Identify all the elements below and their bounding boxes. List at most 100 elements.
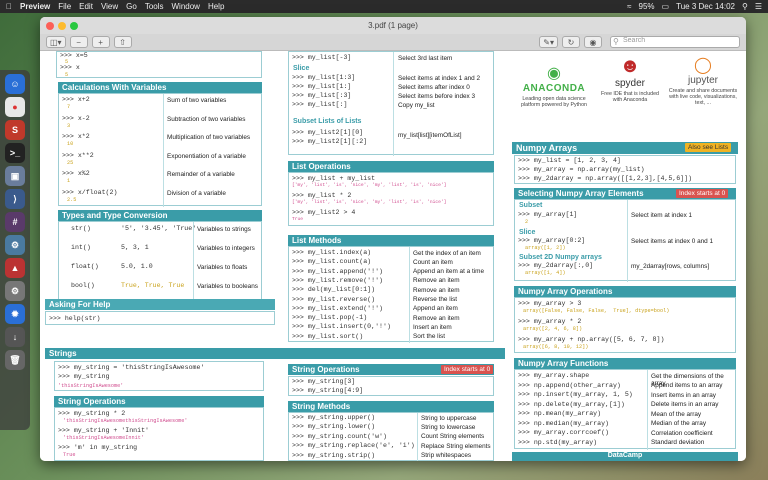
code-line: >>> np.median(my_array) bbox=[518, 419, 610, 427]
description: String to uppercase bbox=[421, 414, 477, 422]
code-line: >>> x bbox=[60, 64, 80, 71]
output-line: 2 bbox=[525, 219, 529, 225]
description: Correlation coefficient bbox=[651, 429, 713, 437]
clock[interactable]: Tue 3 Dec 14:02 bbox=[676, 2, 735, 11]
code-line: >>> my_array * 2 bbox=[518, 318, 582, 325]
menu-go[interactable]: Go bbox=[126, 2, 137, 11]
finder-icon[interactable]: ☺ bbox=[5, 74, 25, 94]
code-line: >>> my_list + my_list bbox=[292, 175, 376, 182]
code-line: >>> my_list[-3] bbox=[292, 54, 352, 61]
sublime-icon[interactable]: S bbox=[5, 120, 25, 140]
description: Select items before index 3 bbox=[398, 93, 476, 100]
wifi-icon[interactable]: ≈ bbox=[627, 2, 631, 11]
battery-percent[interactable]: 95% bbox=[639, 2, 655, 11]
zoom-in-button[interactable]: + bbox=[91, 36, 110, 48]
type-values: 5, 3, 1 bbox=[121, 244, 149, 251]
description: Remainder of a variable bbox=[167, 171, 235, 178]
search-input[interactable]: ⚲ Search bbox=[610, 36, 740, 48]
notification-center-icon[interactable]: ☰ bbox=[755, 2, 762, 11]
output-line: array([1, 2]) bbox=[525, 245, 566, 251]
chrome-icon[interactable]: ● bbox=[5, 97, 25, 117]
code-line: >>> my_list.append('!') bbox=[292, 267, 384, 275]
photos-icon[interactable]: ⚙ bbox=[5, 235, 25, 255]
description: Replace String elements bbox=[421, 442, 491, 450]
share-button[interactable]: ⇧ bbox=[113, 36, 132, 48]
code-line: >>> my_array[0:2] bbox=[518, 237, 586, 244]
zoom-out-button[interactable]: − bbox=[69, 36, 88, 48]
vscode-icon[interactable]: ⟩ bbox=[5, 189, 25, 209]
see-also-badge: Also see Lists bbox=[685, 143, 732, 152]
pdf-page[interactable]: >>> x=5 5 >>> x 5 Calculations With Vari… bbox=[40, 51, 746, 461]
code-line: >>> help(str) bbox=[49, 315, 101, 322]
menu-window[interactable]: Window bbox=[172, 2, 200, 11]
window-title: 3.pdf (1 page) bbox=[368, 21, 418, 30]
rotate-button[interactable]: ↻ bbox=[562, 36, 580, 48]
system-preferences-icon[interactable]: ⚙ bbox=[5, 281, 25, 301]
description: Variables to floats bbox=[197, 264, 248, 271]
anaconda-desc: Leading open data science platform power… bbox=[521, 96, 587, 108]
annotate-button[interactable]: ◉ bbox=[584, 36, 602, 48]
menu-tools[interactable]: Tools bbox=[145, 2, 164, 11]
safari-icon[interactable]: ✹ bbox=[5, 304, 25, 324]
description: Variables to integers bbox=[197, 245, 255, 252]
description: Insert items in an array bbox=[651, 391, 716, 399]
description: Delete items in an array bbox=[651, 401, 719, 408]
jupyter-desc: Create and share documents with live cod… bbox=[668, 88, 738, 106]
description: Strip whitespaces bbox=[421, 452, 472, 460]
code-line: >>> x*2 bbox=[62, 133, 90, 140]
variables-box: >>> x=5 5 >>> x 5 bbox=[56, 51, 262, 78]
sidebar-toggle-button[interactable]: ◫▾ bbox=[46, 36, 66, 48]
code-line: >>> x/float(2) bbox=[62, 188, 118, 196]
menu-edit[interactable]: Edit bbox=[79, 2, 93, 11]
output-line: ['my', 'list', 'is', 'nice', 'my', 'list… bbox=[292, 200, 447, 205]
section-title: Calculations With Variables bbox=[58, 82, 262, 93]
code-line: >>> my_list.remove('!') bbox=[292, 276, 384, 284]
downloads-icon[interactable]: ↓ bbox=[5, 327, 25, 347]
slack-icon[interactable]: # bbox=[5, 212, 25, 232]
menu-help[interactable]: Help bbox=[208, 2, 224, 11]
list-ops-box: >>> my_list + my_list ['my', 'list', 'is'… bbox=[288, 172, 494, 226]
code-line: >>> my_string[4:9] bbox=[292, 387, 364, 394]
shield-app-icon[interactable]: ▲ bbox=[5, 258, 25, 278]
description: Count an item bbox=[413, 258, 453, 266]
code-line: >>> my_list * 2 bbox=[292, 192, 352, 199]
code-line: >>> x-2 bbox=[62, 114, 90, 122]
output-line: 3 bbox=[67, 122, 71, 129]
description: Multiplication of two variables bbox=[167, 134, 251, 141]
search-icon: ⚲ bbox=[613, 37, 619, 46]
spotlight-icon[interactable]: ⚲ bbox=[742, 2, 748, 11]
description: Exponentiation of a variable bbox=[167, 152, 246, 160]
output-line: 5 bbox=[65, 72, 69, 78]
app-menu[interactable]: Preview bbox=[20, 2, 50, 11]
description: Division of a variable bbox=[167, 189, 226, 197]
apple-icon[interactable]:  bbox=[6, 2, 12, 11]
menu-file[interactable]: File bbox=[58, 2, 71, 11]
spyder-desc: Free IDE that is included with Anaconda bbox=[601, 91, 659, 103]
anaconda-name: ANACONDA bbox=[522, 83, 586, 94]
description: Remove an item bbox=[413, 286, 460, 294]
section-title: String Methods bbox=[288, 401, 494, 412]
code-line: >>> my_string = 'thisStringIsAwesome' bbox=[58, 364, 205, 371]
output-line: array([False, False, False, True], dtype… bbox=[523, 308, 670, 314]
types-box: str() '5', '3.45', 'True' Variables to str… bbox=[58, 221, 262, 302]
help-box: >>> help(str) bbox=[45, 311, 275, 325]
type-values: '5', '3.45', 'True' bbox=[121, 225, 197, 232]
menu-view[interactable]: View bbox=[101, 2, 118, 11]
trash-icon[interactable]: 🗑 bbox=[5, 350, 25, 370]
section-title: Types and Type Conversion bbox=[58, 210, 262, 221]
output-line: 7 bbox=[67, 104, 71, 110]
anaconda-logo-icon: ◉ bbox=[547, 65, 561, 82]
output-line: array([6, 8, 10, 12]) bbox=[523, 344, 589, 350]
subset-label: Subset bbox=[519, 202, 543, 209]
section-title: List Methods bbox=[288, 235, 494, 246]
code-line: >>> x**2 bbox=[62, 151, 94, 159]
section-title: Numpy Array Functions bbox=[514, 358, 736, 369]
terminal-icon[interactable]: >_ bbox=[5, 143, 25, 163]
description: Append an item at a time bbox=[413, 268, 485, 276]
index-badge: Index starts at 0 bbox=[676, 189, 729, 198]
code-line: >>> my_list = [1, 2, 3, 4] bbox=[518, 157, 621, 164]
description: Select item at index 1 bbox=[631, 212, 693, 219]
code-line: >>> x%2 bbox=[62, 170, 90, 177]
preview-icon[interactable]: ▣ bbox=[5, 166, 25, 186]
markup-button[interactable]: ✎▾ bbox=[539, 36, 558, 48]
